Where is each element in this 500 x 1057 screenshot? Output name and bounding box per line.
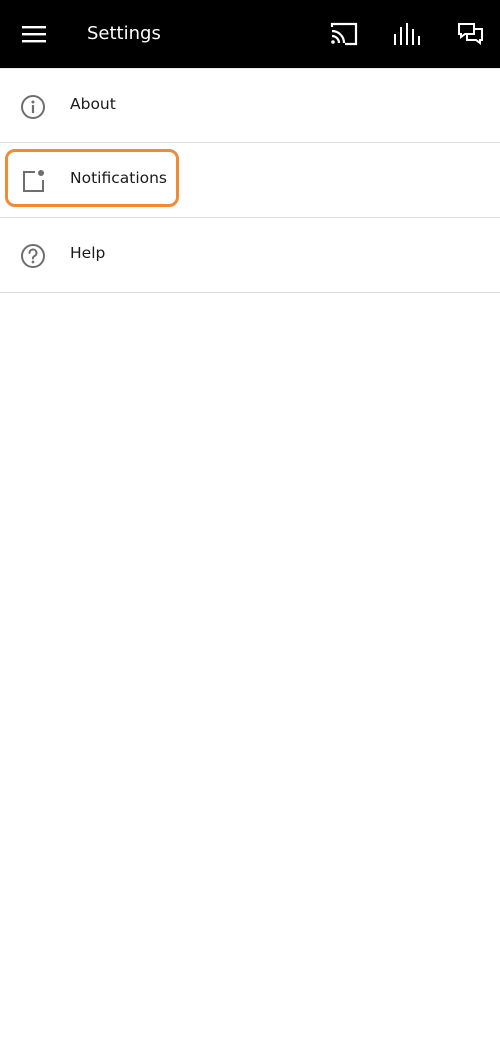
info-icon [21,95,45,119]
help-icon [21,244,45,268]
settings-item-label: About [70,95,116,113]
cast-icon [330,22,358,46]
notification-dot-icon [23,170,44,192]
menu-button[interactable] [12,14,56,54]
page-title: Settings [87,23,161,44]
settings-item-notifications[interactable]: Notifications [0,143,500,218]
hamburger-menu-icon [22,26,46,43]
chat-button[interactable] [449,14,493,54]
chat-bubbles-icon [458,23,483,45]
cast-button[interactable] [322,14,366,54]
sound-bars-button[interactable] [385,14,429,54]
settings-list: About Notifications Help [0,68,500,293]
app-bar: Settings [0,0,500,68]
sound-bars-icon [394,23,420,45]
settings-item-label: Help [70,244,106,262]
settings-item-label: Notifications [70,169,168,187]
settings-item-about[interactable]: About [0,68,500,143]
settings-item-help[interactable]: Help [0,218,500,293]
